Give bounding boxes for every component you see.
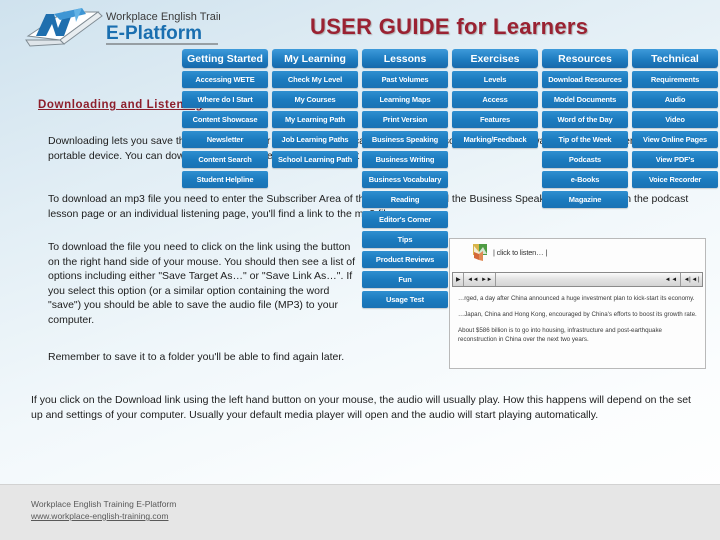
nav-column-resources: Resources Download Resources Model Documen… (542, 49, 628, 308)
nav-item-e-books[interactable]: e-Books (542, 171, 628, 188)
nav-header-getting-started[interactable]: Getting Started (182, 49, 268, 68)
nav-column-technical: Technical Requirements Audio Video View Onli… (632, 49, 718, 308)
nav-item-print-version[interactable]: Print Version (362, 111, 448, 128)
nav-item-check-my-level[interactable]: Check My Level (272, 71, 358, 88)
paragraph-5: If you click on the Download link using … (31, 394, 691, 421)
nav-item-tips[interactable]: Tips (362, 231, 448, 248)
nav-column-exercises: Exercises Levels Access Features Marking/Fee… (452, 49, 538, 308)
nav-item-student-helpline[interactable]: Student Helpline (182, 171, 268, 188)
nav-item-word-of-the-day[interactable]: Word of the Day (542, 111, 628, 128)
nav-item-my-learning-path[interactable]: My Learning Path (272, 111, 358, 128)
nav-item-accessing-wete[interactable]: Accessing WETE (182, 71, 268, 88)
nav-item-marking-feedback[interactable]: Marking/Feedback (452, 131, 538, 148)
nav-item-product-reviews[interactable]: Product Reviews (362, 251, 448, 268)
paragraph-4: Remember to save it to a folder you'll b… (48, 351, 345, 363)
nav-header-resources[interactable]: Resources (542, 49, 628, 68)
nav-item-where-do-i-start[interactable]: Where do I Start (182, 91, 268, 108)
nav-item-business-speaking[interactable]: Business Speaking (362, 131, 448, 148)
nav-item-content-showcase[interactable]: Content Showcase (182, 111, 268, 128)
nav-header-technical[interactable]: Technical (632, 49, 718, 68)
nav-item-features[interactable]: Features (452, 111, 538, 128)
nav-item-content-search[interactable]: Content Search (182, 151, 268, 168)
slide-canvas: Workplace English Training E-Platform US… (0, 0, 720, 540)
nav-item-editor-s-corner[interactable]: Editor's Corner (362, 211, 448, 228)
nav-item-learning-maps[interactable]: Learning Maps (362, 91, 448, 108)
nav-item-model-documents[interactable]: Model Documents (542, 91, 628, 108)
inset-article-paragraph-3: About $586 billion is to go into housing… (458, 327, 662, 343)
nav-item-view-online-pages[interactable]: View Online Pages (632, 131, 718, 148)
nav-item-podcasts[interactable]: Podcasts (542, 151, 628, 168)
navigation-menu[interactable]: Getting Started Accessing WETE Where do I … (182, 49, 718, 308)
nav-item-reading[interactable]: Reading (362, 191, 448, 208)
nav-column-lessons: Lessons Past Volumes Learning Maps Print Ve… (362, 49, 448, 308)
nav-item-video[interactable]: Video (632, 111, 718, 128)
nav-item-view-pdf-s[interactable]: View PDF's (632, 151, 718, 168)
nav-item-requirements[interactable]: Requirements (632, 71, 718, 88)
nav-item-newsletter[interactable]: Newsletter (182, 131, 268, 148)
nav-item-fun[interactable]: Fun (362, 271, 448, 288)
section-heading: Downloading and Listening (38, 99, 204, 111)
nav-item-levels[interactable]: Levels (452, 71, 538, 88)
nav-item-access[interactable]: Access (452, 91, 538, 108)
nav-header-my-learning[interactable]: My Learning (272, 49, 358, 68)
nav-header-lessons[interactable]: Lessons (362, 49, 448, 68)
nav-item-audio[interactable]: Audio (632, 91, 718, 108)
nav-item-school-learning-path[interactable]: School Learning Path (272, 151, 358, 168)
nav-column-getting-started: Getting Started Accessing WETE Where do I … (182, 49, 268, 308)
nav-item-my-courses[interactable]: My Courses (272, 91, 358, 108)
nav-item-tip-of-the-week[interactable]: Tip of the Week (542, 131, 628, 148)
nav-header-exercises[interactable]: Exercises (452, 49, 538, 68)
nav-item-voice-recorder[interactable]: Voice Recorder (632, 171, 718, 188)
nav-item-usage-test[interactable]: Usage Test (362, 291, 448, 308)
nav-item-download-resources[interactable]: Download Resources (542, 71, 628, 88)
inset-article-paragraph-2: …Japan, China and Hong Kong, encouraged … (458, 311, 697, 318)
nav-item-business-writing[interactable]: Business Writing (362, 151, 448, 168)
nav-item-business-vocabulary[interactable]: Business Vocabulary (362, 171, 448, 188)
nav-item-past-volumes[interactable]: Past Volumes (362, 71, 448, 88)
nav-item-job-learning-paths[interactable]: Job Learning Paths (272, 131, 358, 148)
nav-item-magazine[interactable]: Magazine (542, 191, 628, 208)
nav-column-my-learning: My Learning Check My Level My Courses My Le… (272, 49, 358, 308)
